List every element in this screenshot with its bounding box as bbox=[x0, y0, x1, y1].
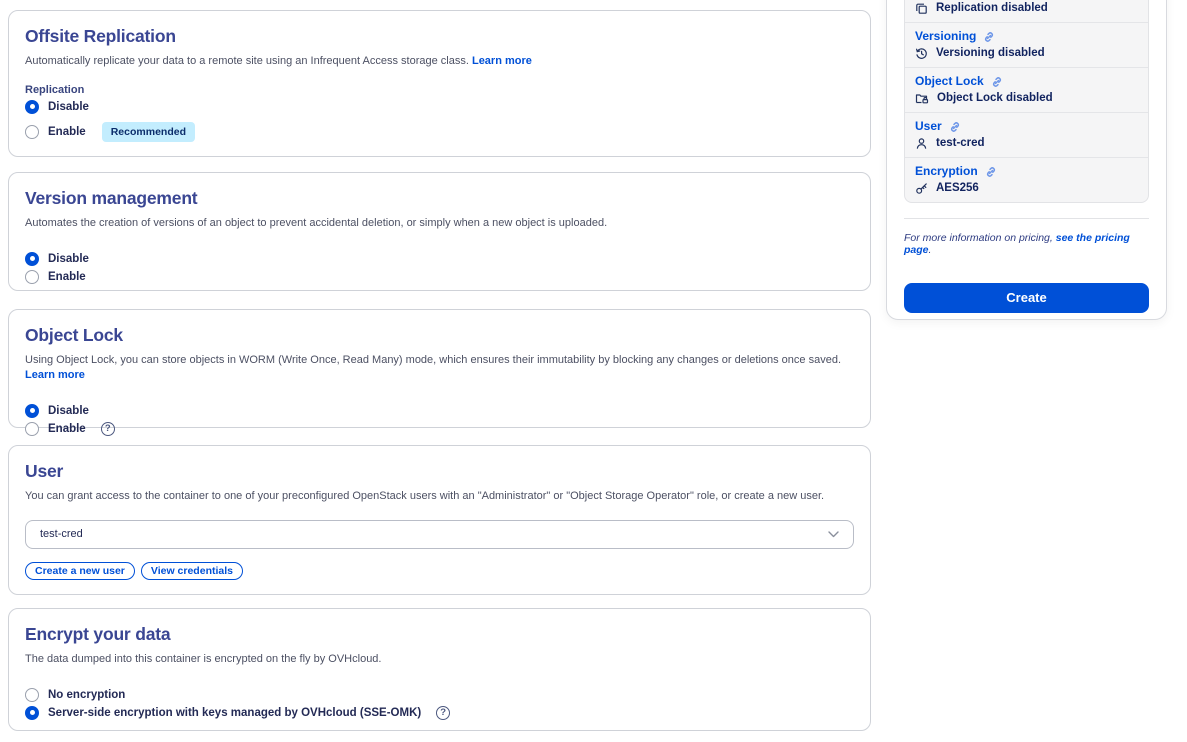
card-description: You can grant access to the container to… bbox=[25, 490, 825, 502]
card-title: User bbox=[25, 461, 64, 481]
create-new-user-button[interactable]: Create a new user bbox=[25, 561, 135, 580]
summary-heading-label: Versioning bbox=[915, 29, 977, 43]
pricing-text: . bbox=[928, 244, 932, 256]
card-title: Version management bbox=[25, 188, 198, 208]
radio-label: Disable bbox=[48, 252, 89, 265]
summary-heading-object-lock[interactable]: Object Lock bbox=[915, 75, 1138, 88]
key-icon bbox=[915, 182, 928, 195]
card-encryption: Encrypt your data The data dumped into t… bbox=[8, 608, 871, 731]
summary-value-versioning: Versioning disabled bbox=[915, 46, 1138, 60]
summary-heading-encryption[interactable]: Encryption bbox=[915, 165, 1138, 178]
summary-value-label: Replication disabled bbox=[936, 2, 1048, 14]
user-actions: Create a new user View credentials bbox=[25, 561, 854, 580]
radio-icon[interactable] bbox=[25, 99, 39, 114]
folder-lock-icon bbox=[915, 92, 929, 105]
summary-value-label: AES256 bbox=[936, 182, 979, 194]
link-icon[interactable] bbox=[985, 166, 997, 178]
radio-icon[interactable] bbox=[25, 403, 39, 418]
radio-icon[interactable] bbox=[25, 705, 39, 720]
summary-heading-label: Object Lock bbox=[915, 74, 984, 88]
learn-more-link[interactable]: Learn more bbox=[25, 369, 85, 381]
summary-value-encryption: AES256 bbox=[915, 181, 1138, 195]
description-text: Automatically replicate your data to a r… bbox=[25, 55, 469, 67]
card-description: Automatically replicate your data to a r… bbox=[25, 54, 854, 69]
card-version-management: Version management Automates the creatio… bbox=[8, 172, 871, 291]
summary-panel: Replication Replication disabled Version… bbox=[886, 0, 1167, 320]
link-icon[interactable] bbox=[949, 121, 961, 133]
card-title: Offsite Replication bbox=[25, 26, 176, 46]
summary-section-user: User test-cred bbox=[905, 113, 1148, 158]
radio-option-disable[interactable]: Disable bbox=[25, 251, 854, 266]
card-description: The data dumped into this container is e… bbox=[25, 653, 382, 665]
radio-label: Disable bbox=[48, 100, 89, 113]
summary-value-object-lock: Object Lock disabled bbox=[915, 91, 1138, 105]
summary-section-encryption: Encryption AES256 bbox=[905, 158, 1148, 202]
recommended-badge: Recommended bbox=[101, 121, 195, 142]
radio-option-enable[interactable]: Enable bbox=[25, 269, 854, 284]
radio-label: Enable bbox=[48, 422, 86, 435]
radio-icon[interactable] bbox=[25, 269, 39, 284]
radio-label: No encryption bbox=[48, 688, 126, 701]
summary-section-object-lock: Object Lock Object Lock disabled bbox=[905, 68, 1148, 113]
radio-label: Enable bbox=[48, 270, 86, 283]
summary-section-versioning: Versioning Versioning disabled bbox=[905, 23, 1148, 68]
summary-heading-user[interactable]: User bbox=[915, 120, 1138, 133]
radio-label: Server-side encryption with keys managed… bbox=[48, 706, 422, 719]
radio-label: Enable bbox=[48, 125, 86, 138]
card-description: Automates the creation of versions of an… bbox=[25, 217, 608, 229]
view-credentials-button[interactable]: View credentials bbox=[140, 561, 243, 580]
card-object-lock: Object Lock Using Object Lock, you can s… bbox=[8, 309, 871, 436]
link-icon[interactable] bbox=[991, 76, 1003, 88]
radio-option-enable[interactable]: Enable Recommended bbox=[25, 121, 854, 142]
radio-option-disable[interactable]: Disable bbox=[25, 403, 854, 418]
summary-section-replication: Replication Replication disabled bbox=[905, 0, 1148, 23]
user-select[interactable]: test-cred bbox=[25, 519, 854, 549]
card-offsite-replication: Offsite Replication Automatically replic… bbox=[8, 10, 871, 157]
pricing-text: For more information on pricing, bbox=[904, 232, 1056, 244]
summary-value-user: test-cred bbox=[915, 136, 1138, 150]
link-icon[interactable] bbox=[983, 31, 995, 43]
summary-value-label: Versioning disabled bbox=[936, 47, 1045, 59]
replication-icon bbox=[915, 2, 928, 15]
replication-group-label: Replication bbox=[25, 83, 85, 96]
summary-heading-versioning[interactable]: Versioning bbox=[915, 30, 1138, 43]
card-title: Encrypt your data bbox=[25, 624, 171, 644]
radio-option-enable[interactable]: Enable ? bbox=[25, 421, 854, 436]
summary-heading-label: User bbox=[915, 119, 942, 133]
card-user: User You can grant access to the contain… bbox=[8, 445, 871, 595]
create-button[interactable]: Create bbox=[904, 282, 1149, 313]
radio-option-disable[interactable]: Disable bbox=[25, 99, 854, 114]
card-description: Using Object Lock, you can store objects… bbox=[25, 353, 854, 383]
summary-value-label: test-cred bbox=[936, 137, 985, 149]
pricing-note: For more information on pricing, see the… bbox=[904, 232, 1149, 256]
radio-option-no-encryption[interactable]: No encryption bbox=[25, 687, 854, 702]
history-icon bbox=[915, 47, 928, 60]
radio-icon[interactable] bbox=[25, 251, 39, 266]
help-icon[interactable]: ? bbox=[100, 421, 115, 436]
user-select-value: test-cred bbox=[40, 528, 83, 541]
summary-value-label: Object Lock disabled bbox=[937, 92, 1053, 104]
description-text: Using Object Lock, you can store objects… bbox=[25, 354, 841, 366]
summary-value-replication: Replication disabled bbox=[915, 1, 1138, 15]
user-icon bbox=[915, 137, 928, 150]
radio-icon[interactable] bbox=[25, 421, 39, 436]
card-title: Object Lock bbox=[25, 325, 123, 345]
chevron-down-icon bbox=[828, 531, 839, 538]
radio-label: Disable bbox=[48, 404, 89, 417]
radio-icon[interactable] bbox=[25, 124, 39, 139]
learn-more-link[interactable]: Learn more bbox=[472, 55, 532, 67]
radio-icon[interactable] bbox=[25, 687, 39, 702]
summary-heading-label: Encryption bbox=[915, 164, 978, 178]
panel-divider bbox=[904, 218, 1149, 219]
summary-box: Replication Replication disabled Version… bbox=[904, 0, 1149, 203]
help-icon[interactable]: ? bbox=[436, 705, 451, 720]
radio-option-sse-omk[interactable]: Server-side encryption with keys managed… bbox=[25, 705, 854, 720]
